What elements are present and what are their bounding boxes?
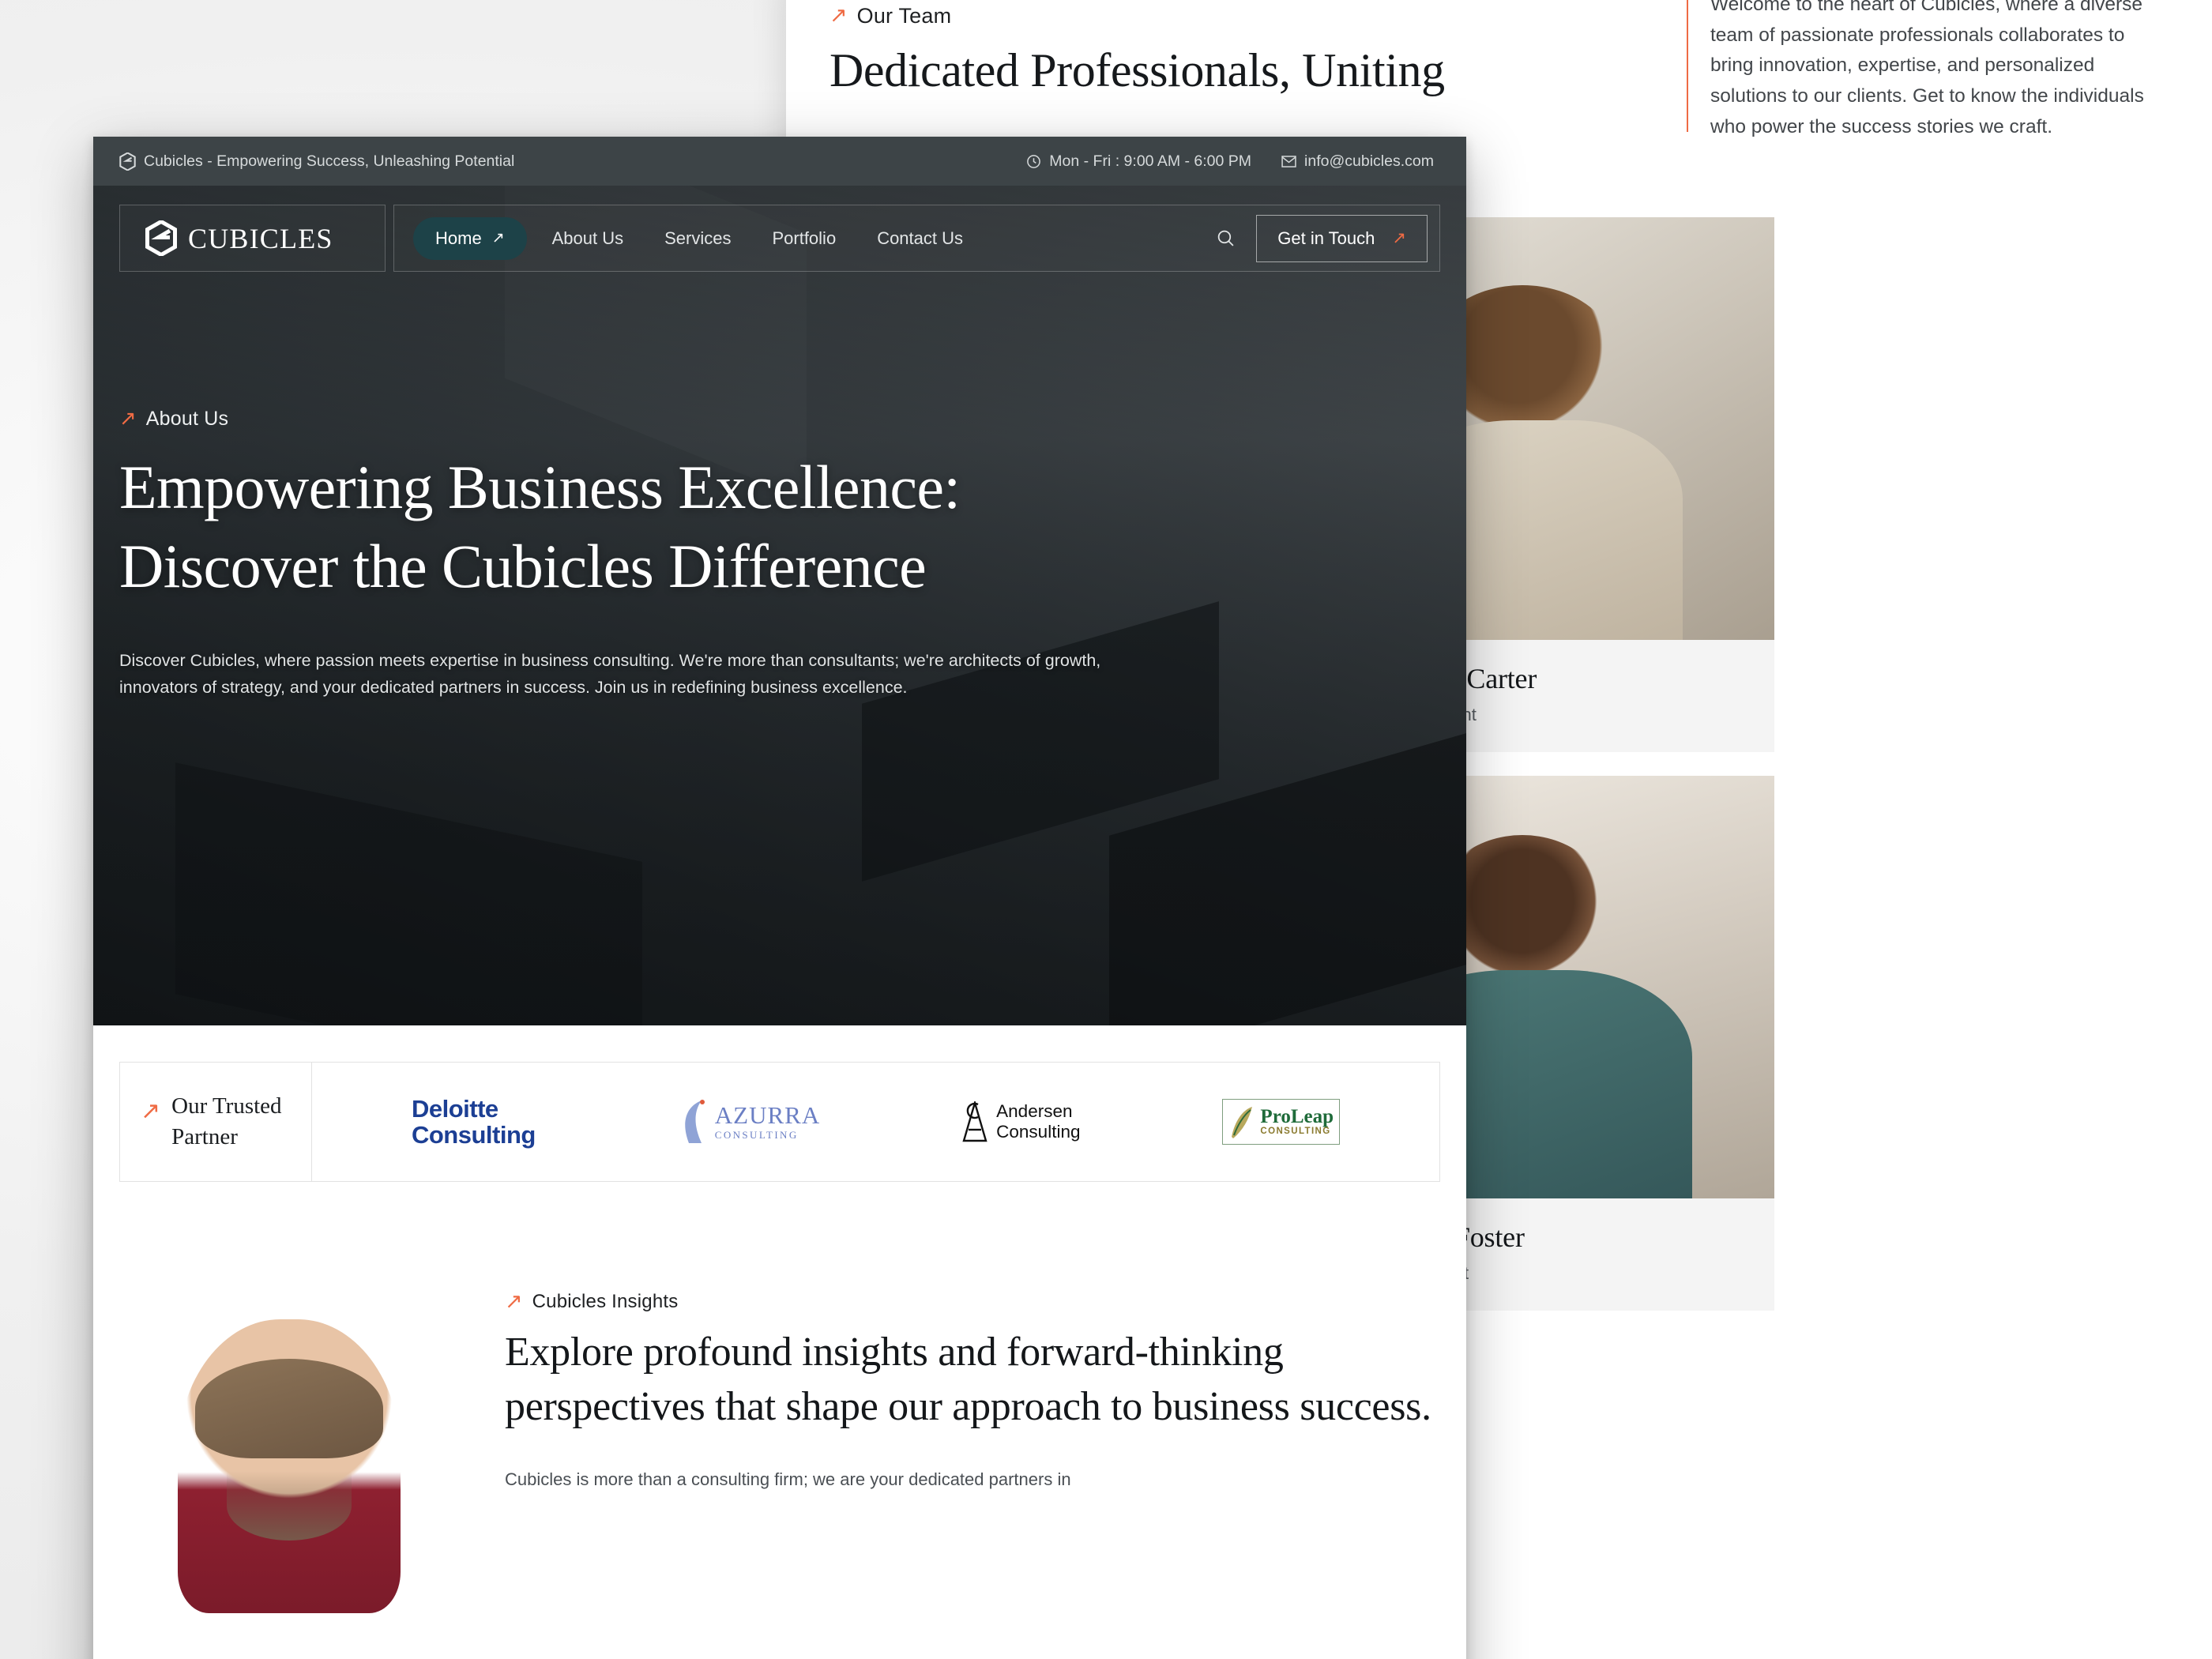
insights-section: ↗ Cubicles Insights Explore profound ins… [119, 1281, 1440, 1613]
insights-eyebrow: ↗ Cubicles Insights [505, 1291, 1440, 1313]
insights-title: Explore profound insights and forward-th… [505, 1330, 1431, 1429]
office-hours-text: Mon - Fri : 9:00 AM - 6:00 PM [1049, 152, 1252, 170]
home-page-window[interactable]: Cubicles - Empowering Success, Unleashin… [93, 137, 1466, 1659]
team-page-title: Dedicated Professionals, Uniting [830, 44, 1445, 96]
nav-item-home-label: Home [435, 228, 482, 248]
hero-title: Empowering Business Excellence: Discover… [119, 453, 961, 600]
deloitte-name: Deloitte [411, 1094, 498, 1123]
nav-item-contact-us[interactable]: Contact Us [856, 228, 984, 249]
partner-logo-deloitte[interactable]: Deloitte Consulting [411, 1094, 536, 1149]
insights-body: Cubicles is more than a consulting firm;… [505, 1469, 1071, 1490]
contact-email[interactable]: info@cubicles.com [1281, 152, 1434, 171]
get-in-touch-button[interactable]: Get in Touch ↗ [1256, 214, 1428, 262]
insights-portrait [119, 1281, 459, 1613]
azurra-swoosh-icon [685, 1100, 705, 1143]
nav-links-container: Home ↗ About Us Services Portfolio Conta… [393, 205, 1440, 272]
arrow-up-right-icon: ↗ [491, 230, 505, 246]
team-eyebrow: ↗ Our Team [830, 4, 1572, 28]
hero-section: Cubicles - Empowering Success, Unleashin… [93, 137, 1466, 1025]
logo[interactable]: CUBICLES [119, 205, 386, 272]
partner-logos-row: Deloitte Consulting AZURRA CONSULTING An… [312, 1063, 1439, 1181]
top-info-bar: Cubicles - Empowering Success, Unleashin… [93, 137, 1466, 186]
proleap-leaf-icon [1232, 1107, 1253, 1138]
nav-item-home[interactable]: Home ↗ [413, 216, 527, 260]
azurra-sub: CONSULTING [714, 1129, 799, 1142]
deloitte-sub: Consulting [411, 1121, 536, 1149]
hero-content: ↗ About Us Empowering Business Excellenc… [119, 408, 1170, 702]
brand-tagline: Cubicles - Empowering Success, Unleashin… [119, 152, 514, 171]
cubicles-hex-icon [119, 152, 136, 171]
proleap-name: ProLeap [1260, 1106, 1334, 1128]
proleap-sub: CONSULTING [1260, 1126, 1331, 1136]
partner-logo-proleap[interactable]: ProLeap CONSULTING [1222, 1099, 1341, 1145]
team-page-header: ↗ Our Team Dedicated Professionals, Unit… [830, 4, 1572, 99]
accent-rule [1687, 0, 1688, 132]
arrow-up-right-icon: ↗ [141, 1098, 161, 1124]
clock-icon [1027, 154, 1041, 168]
search-button[interactable] [1195, 228, 1256, 248]
partners-label-text: Our Trusted Partner [171, 1093, 282, 1149]
logo-text: CUBICLES [188, 222, 333, 254]
andersen-sub: Consulting [996, 1122, 1081, 1142]
insights-eyebrow-label: Cubicles Insights [532, 1291, 679, 1312]
hero-eyebrow: ↗ About Us [119, 408, 1170, 431]
arrow-up-right-icon: ↗ [119, 406, 137, 431]
team-intro-block: Welcome to the heart of Cubicles, where … [1687, 0, 2161, 143]
get-in-touch-label: Get in Touch [1277, 228, 1375, 248]
nav-item-portfolio[interactable]: Portfolio [751, 228, 856, 249]
contact-email-text: info@cubicles.com [1304, 152, 1434, 170]
arrow-up-right-icon: ↗ [830, 3, 848, 28]
partner-logo-azurra[interactable]: AZURRA CONSULTING [678, 1099, 820, 1145]
office-hours: Mon - Fri : 9:00 AM - 6:00 PM [1026, 152, 1251, 171]
hero-subtitle: Discover Cubicles, where passion meets e… [119, 650, 1101, 698]
arrow-up-right-icon: ↗ [505, 1288, 523, 1314]
trusted-partners-section: ↗ Our Trusted Partner Deloitte Consultin… [119, 1062, 1440, 1182]
partners-label-cell: ↗ Our Trusted Partner [120, 1063, 312, 1181]
main-navigation: CUBICLES Home ↗ About Us Services Portfo… [119, 205, 1440, 272]
nav-item-about-us[interactable]: About Us [532, 228, 645, 249]
team-eyebrow-label: Our Team [856, 4, 952, 28]
search-icon [1218, 230, 1234, 246]
brand-tagline-text: Cubicles - Empowering Success, Unleashin… [144, 152, 515, 170]
partner-logo-andersen[interactable]: Andersen Consulting [962, 1101, 1080, 1142]
hero-eyebrow-label: About Us [145, 408, 229, 430]
andersen-a-icon [962, 1101, 988, 1142]
arrow-up-right-icon: ↗ [1392, 229, 1406, 247]
cubicles-hex-icon [145, 220, 177, 256]
andersen-name: Andersen [996, 1100, 1073, 1121]
envelope-icon [1281, 155, 1296, 167]
team-intro-text: Welcome to the heart of Cubicles, where … [1710, 0, 2144, 137]
nav-item-services[interactable]: Services [644, 228, 751, 249]
insights-text-block: ↗ Cubicles Insights Explore profound ins… [505, 1281, 1440, 1613]
azurra-name: AZURRA [714, 1100, 821, 1129]
